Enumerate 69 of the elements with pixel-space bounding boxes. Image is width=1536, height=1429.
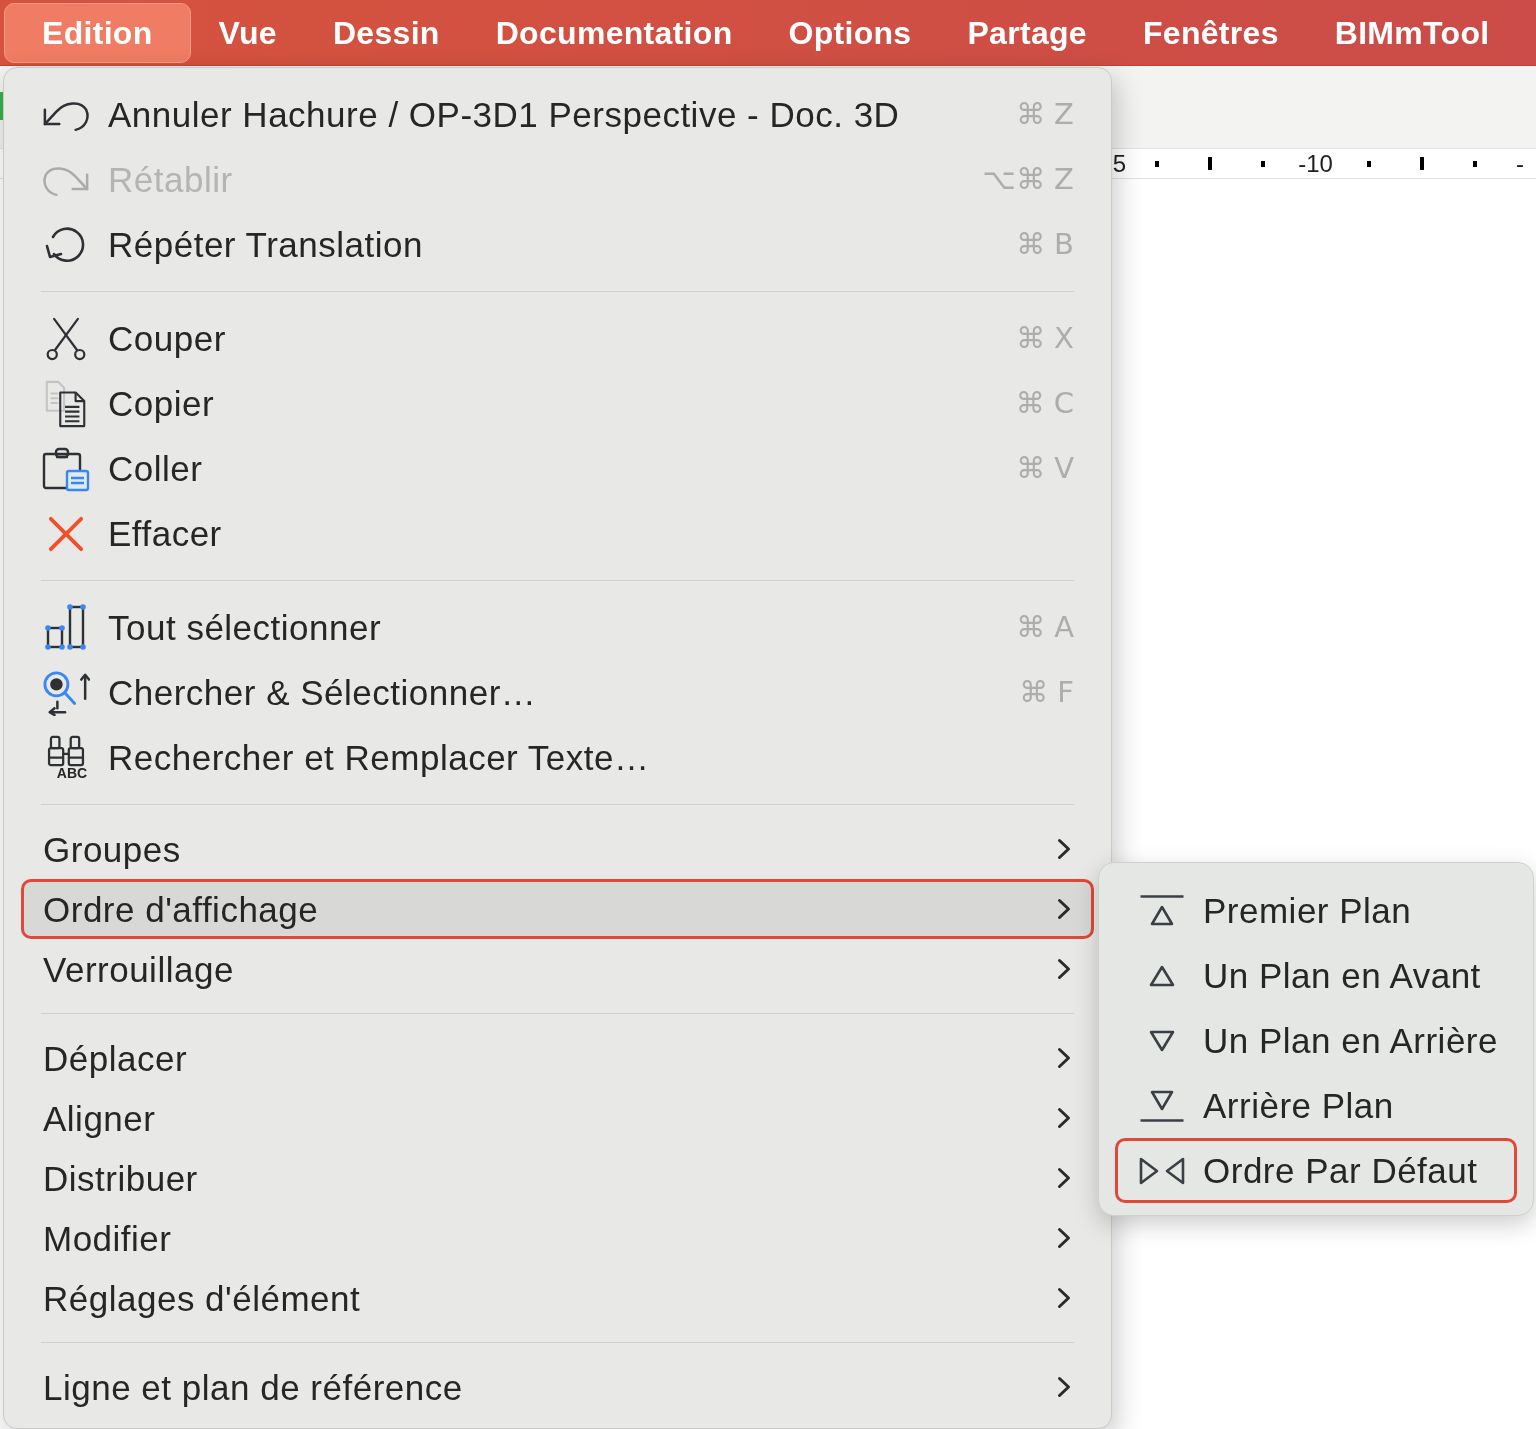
menu-item[interactable]: Groupes <box>21 819 1094 879</box>
ruler-label: -10 <box>1298 151 1333 176</box>
menu-item[interactable]: Déplacer <box>21 1028 1094 1088</box>
menu-item[interactable]: ABC Rechercher et Remplacer Texte… <box>21 725 1094 790</box>
menu-item[interactable]: Ordre Par Défaut <box>1115 1138 1517 1203</box>
menu-item[interactable]: Répéter Translation ⌘ B <box>21 212 1094 277</box>
select-shapes-icon <box>43 604 89 651</box>
chevron-right-icon <box>1057 1047 1071 1069</box>
icon-caption: ABC <box>56 766 88 780</box>
menu-item[interactable]: Premier Plan <box>1115 878 1517 943</box>
chevron-right-icon <box>1057 1287 1071 1309</box>
scissors-icon <box>44 316 88 361</box>
menu-bar-item[interactable]: Vue <box>190 2 305 63</box>
facing-triangles-icon <box>1139 1156 1185 1185</box>
ruler-label: - <box>1516 151 1524 176</box>
menu-item[interactable]: Ligne et plan de référence <box>21 1357 1094 1417</box>
magnifier-arrows-icon <box>42 669 90 716</box>
ruler-tick-icon <box>1472 160 1477 167</box>
shortcut-label: ⌘ F <box>1019 678 1074 707</box>
chevron-right-icon <box>1057 898 1071 920</box>
menu-item[interactable]: Annuler Hachure / OP-3D1 Perspective - Doc. 3D ⌘ Z <box>21 82 1094 147</box>
menu-bar-item[interactable]: Partage <box>939 2 1115 63</box>
menu-item[interactable]: Modifier <box>21 1208 1094 1268</box>
menu-item[interactable]: Couper ⌘ X <box>21 306 1094 371</box>
ruler-tick-icon <box>1419 157 1424 170</box>
chevron-right-icon <box>1057 1167 1071 1189</box>
menu-item[interactable]: Chercher & Sélectionner… ⌘ F <box>21 660 1094 725</box>
menu-item[interactable]: Ordre d'affichage <box>21 879 1094 939</box>
menu-bar-item[interactable]: Dessin <box>304 2 468 63</box>
menu-bar-item[interactable]: BIMmTool <box>1306 2 1518 63</box>
menu-item[interactable]: Tout sélectionner ⌘ A <box>21 595 1094 660</box>
menu-item[interactable]: Aligner <box>21 1088 1094 1148</box>
shortcut-label: ⌘ Z <box>1015 100 1074 129</box>
shortcut-label: ⌘ V <box>1015 454 1074 483</box>
chevron-right-icon <box>1057 958 1071 980</box>
menu-bar-item[interactable]: Documentation <box>467 2 761 63</box>
menu-bar-item[interactable]: Options <box>760 2 940 63</box>
copy-documents-icon <box>44 379 88 428</box>
chevron-right-icon <box>1057 1376 1071 1398</box>
menu-item[interactable]: Arrière Plan <box>1115 1073 1517 1138</box>
clipboard-icon <box>42 445 90 492</box>
menu-item[interactable]: Distribuer <box>21 1148 1094 1208</box>
ruler-tick-icon <box>1366 160 1371 167</box>
menu-item[interactable]: Un Plan en Avant <box>1115 943 1517 1008</box>
shortcut-label: ⌘ B <box>1015 230 1074 259</box>
chevron-right-icon <box>1057 1107 1071 1129</box>
menu-item[interactable]: Un Plan en Arrière <box>1115 1008 1517 1073</box>
cross-icon <box>48 515 84 552</box>
menu-item[interactable]: Coller ⌘ V <box>21 436 1094 501</box>
menu-item[interactable]: Verrouillage <box>21 939 1094 999</box>
shortcut-label: ⌘ X <box>1015 324 1074 353</box>
chevron-right-icon <box>1057 1227 1071 1249</box>
send-to-back-icon <box>1139 1089 1185 1122</box>
menu-bar-item[interactable]: Fenêtres <box>1114 2 1307 63</box>
triangle-down-icon <box>1148 1029 1176 1052</box>
ruler-label: 5 <box>1112 151 1126 176</box>
ruler-tick-icon <box>1260 160 1265 167</box>
ruler-tick-icon <box>1154 160 1159 167</box>
binoculars-icon <box>47 735 85 767</box>
menu-item[interactable]: Réglages d'élément <box>21 1268 1094 1328</box>
bring-to-front-icon <box>1139 894 1185 927</box>
triangle-up-icon <box>1148 964 1176 987</box>
ruler-tick-icon <box>1207 157 1212 170</box>
menu-item[interactable]: Copier ⌘ C <box>21 371 1094 436</box>
shortcut-label: ⌘ C <box>1015 389 1074 418</box>
chevron-right-icon <box>1057 838 1071 860</box>
menu-item[interactable]: Effacer <box>21 501 1094 566</box>
shortcut-label: ⌘ A <box>1015 613 1074 642</box>
shortcut-label: ⌥⌘ Z <box>982 165 1074 194</box>
